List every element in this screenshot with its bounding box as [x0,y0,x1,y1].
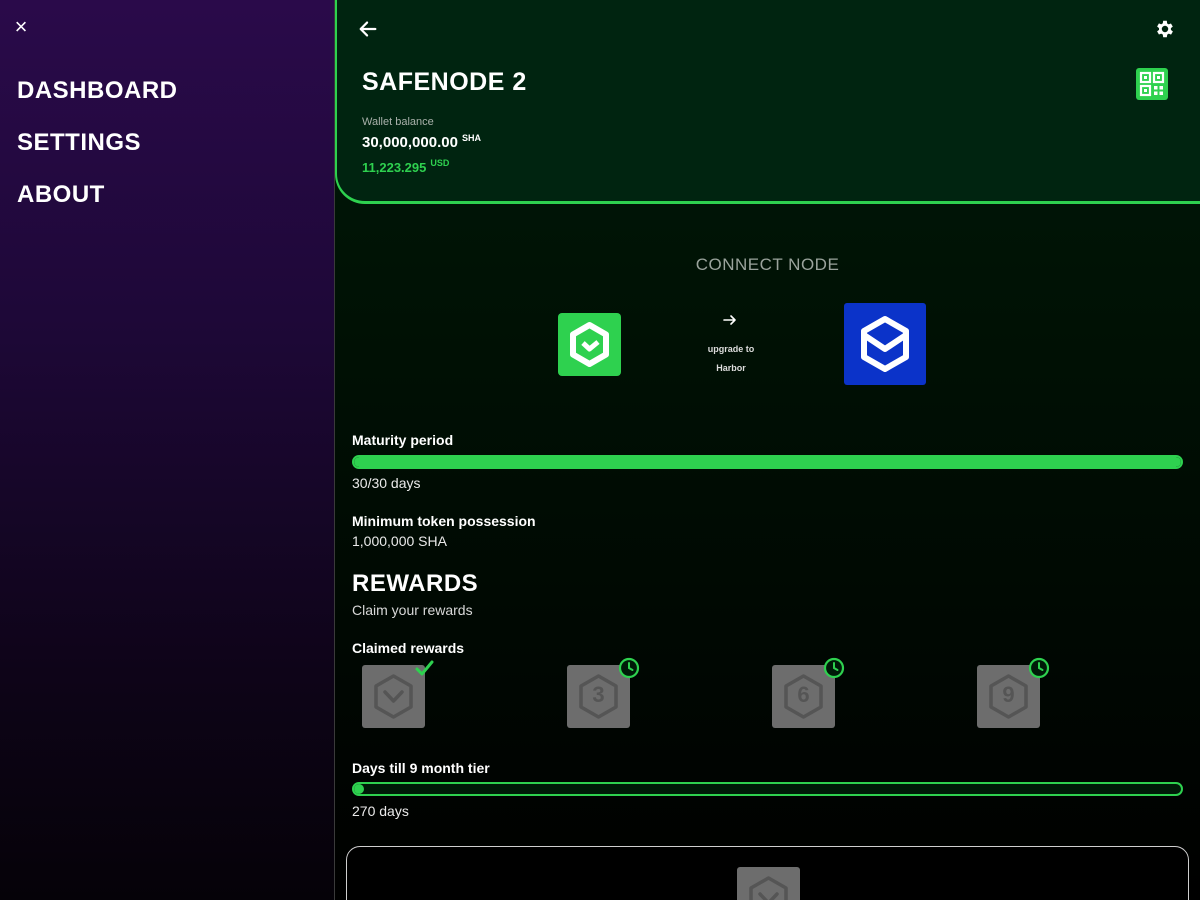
wallet-balance-label: Wallet balance [362,116,434,128]
reward-badge-9-month[interactable]: 9 [977,657,1050,728]
upgrade-to-label: upgrade to Harbor [687,340,775,378]
connect-node-title: CONNECT NODE [695,255,840,274]
reward-badge-large [737,867,800,900]
sidebar-nav: DASHBOARD SETTINGS ABOUT [17,76,178,232]
clock-icon [1028,657,1050,679]
sidebar-item-settings[interactable]: SETTINGS [17,128,178,180]
maturity-progress-bar [352,455,1183,469]
clock-icon [618,657,640,679]
wallet-balance-sha: 30,000,000.00 SHA [362,133,481,151]
check-icon [415,660,434,676]
balance-usd-value: 11,223.295 [362,160,427,175]
reward-badge-claimed[interactable] [362,660,434,728]
qr-code-button[interactable] [1136,68,1168,100]
maturity-progress-fill [354,457,1181,467]
min-token-label: Minimum token possession [352,513,536,529]
wallet-balance-usd: 11,223.295 USD [362,158,449,175]
upgrade-line-1: upgrade to [707,344,755,354]
arrow-right-icon [723,315,736,325]
harbor-logo-button[interactable] [844,303,926,385]
reward-badge-number: 6 [797,682,810,707]
reward-badge-number: 9 [1002,682,1015,707]
upgrade-line-2: Harbor [716,363,746,373]
claimed-rewards-label: Claimed rewards [352,640,465,656]
gear-icon[interactable] [1154,18,1176,40]
reward-badge-number: 3 [592,682,605,707]
qr-code-icon [1139,71,1165,97]
hexagon-chevron-icon [749,876,788,900]
maturity-period-label: Maturity period [352,432,454,448]
sidebar-item-about[interactable]: ABOUT [17,180,178,232]
tier-progress-fill [354,784,364,794]
back-arrow-icon[interactable] [357,18,379,40]
tier-days-value: 270 days [352,803,409,819]
sidebar: × DASHBOARD SETTINGS ABOUT [0,0,335,900]
main-panel: SAFENODE 2 Wallet balance 30,000,000.00 … [335,0,1200,900]
maturity-period-value: 30/30 days [352,475,421,491]
safenode-logo-button[interactable] [558,313,621,376]
close-icon[interactable]: × [12,16,30,38]
node-header: SAFENODE 2 Wallet balance 30,000,000.00 … [335,0,1200,204]
page-title: SAFENODE 2 [362,68,527,96]
min-token-value: 1,000,000 SHA [352,533,447,549]
tier-days-label: Days till 9 month tier [352,760,490,776]
tier-progress-bar [352,782,1183,796]
rewards-title: REWARDS [352,570,479,597]
balance-usd-unit: USD [430,158,450,168]
harbor-logo-icon [861,316,909,372]
sidebar-item-dashboard[interactable]: DASHBOARD [17,76,178,128]
reward-badge-6-month[interactable]: 6 [772,657,845,728]
clock-icon [823,657,845,679]
hexagon-chevron-icon [374,674,413,719]
balance-sha-unit: SHA [461,133,481,143]
rewards-subtitle: Claim your rewards [352,602,473,618]
balance-sha-value: 30,000,000.00 [362,134,458,151]
safenode-logo-icon [570,322,609,367]
reward-claim-card[interactable] [346,846,1189,900]
reward-badge-3-month[interactable]: 3 [567,657,640,728]
